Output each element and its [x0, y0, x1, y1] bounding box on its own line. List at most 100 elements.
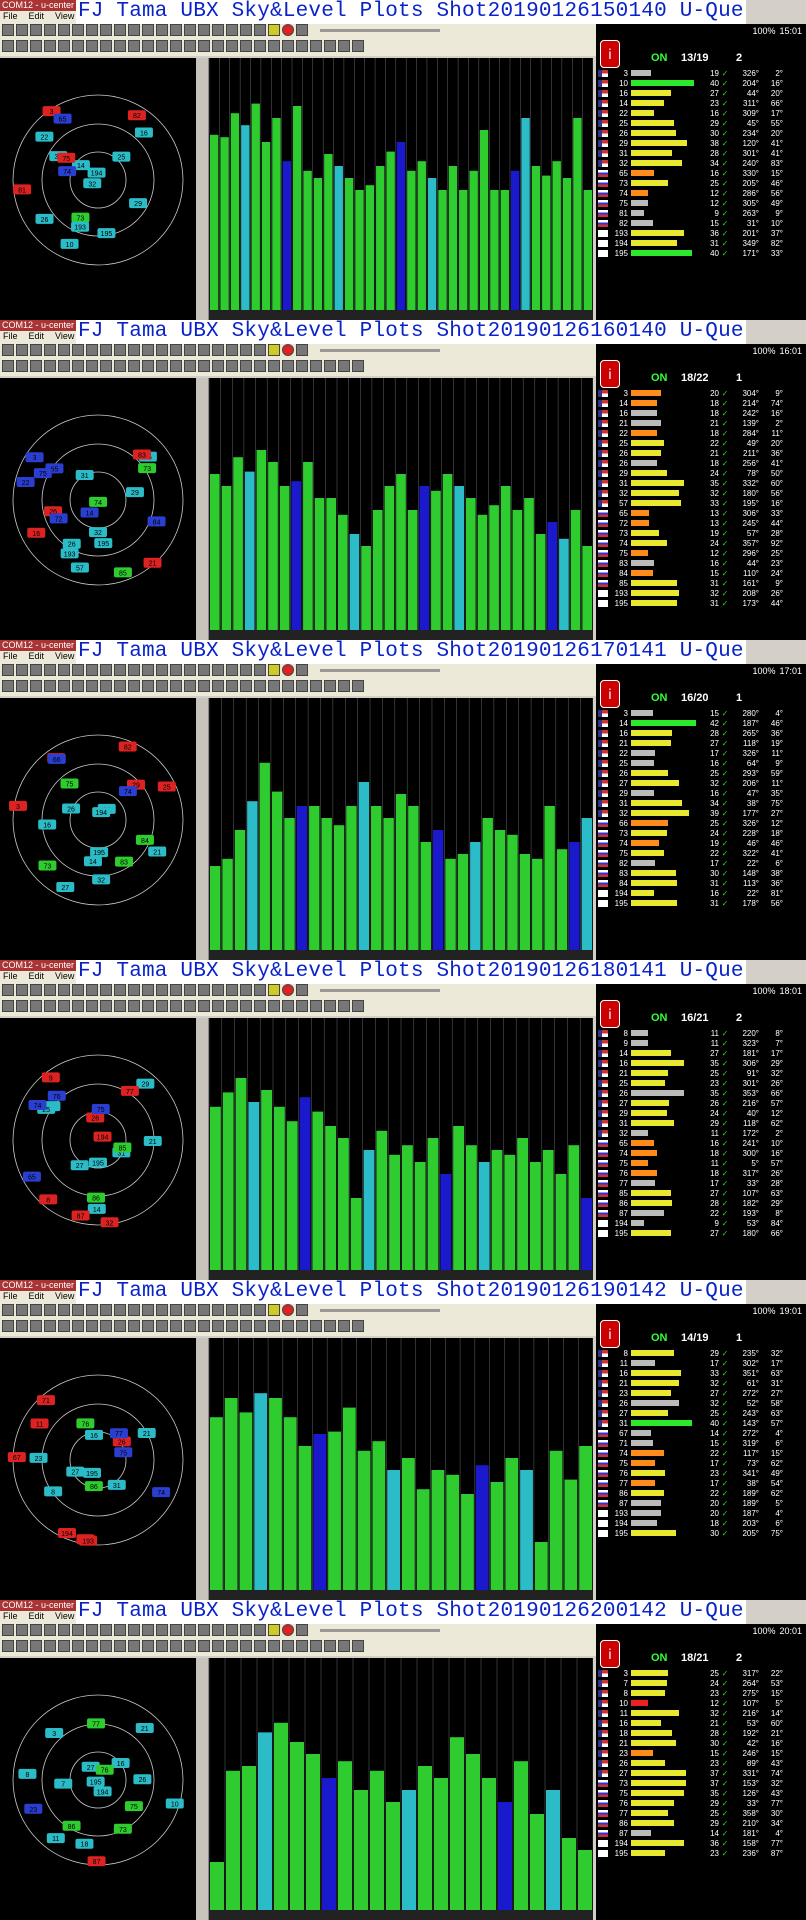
toolbar-button-icon[interactable]	[30, 680, 42, 692]
toolbar-button-icon[interactable]	[282, 1304, 294, 1316]
toolbar-button-icon[interactable]	[86, 24, 98, 36]
satellite-row[interactable]: 77 17 ✓ 33° 28°	[596, 1178, 806, 1188]
toolbar-button-icon[interactable]	[156, 984, 168, 996]
toolbar-button-icon[interactable]	[198, 1640, 210, 1652]
satellite-row[interactable]: 75 35 ✓ 126° 43°	[596, 1788, 806, 1798]
splitter[interactable]	[196, 1338, 208, 1600]
menu-item[interactable]: View	[55, 651, 74, 661]
satellite-row[interactable]: 3 15 ✓ 280° 4°	[596, 708, 806, 718]
toolbar-button-icon[interactable]	[198, 1000, 210, 1012]
toolbar-button-icon[interactable]	[184, 1640, 196, 1652]
toolbar-button-icon[interactable]	[324, 680, 336, 692]
toolbar-button-icon[interactable]	[310, 360, 322, 372]
toolbar-button-icon[interactable]	[86, 1000, 98, 1012]
satellite-row[interactable]: 31 35 ✓ 332° 60°	[596, 478, 806, 488]
satellite-row[interactable]: 11 32 ✓ 216° 14°	[596, 1708, 806, 1718]
satellite-row[interactable]: 75 11 ✓ 5° 57°	[596, 1158, 806, 1168]
toolbar-button-icon[interactable]	[16, 1304, 28, 1316]
toolbar-button-icon[interactable]	[184, 664, 196, 676]
toolbar-button-icon[interactable]	[156, 680, 168, 692]
toolbar-button-icon[interactable]	[324, 1320, 336, 1332]
toolbar-button-icon[interactable]	[58, 1624, 70, 1636]
toolbar-button-icon[interactable]	[226, 664, 238, 676]
toolbar-button-icon[interactable]	[282, 1624, 294, 1636]
toolbar-button-icon[interactable]	[114, 24, 126, 36]
toolbar-button-icon[interactable]	[170, 680, 182, 692]
toolbar-button-icon[interactable]	[310, 1000, 322, 1012]
toolbar-button-icon[interactable]	[156, 1640, 168, 1652]
toolbar-button-icon[interactable]	[86, 984, 98, 996]
satellite-row[interactable]: 23 27 ✓ 272° 27°	[596, 1388, 806, 1398]
toolbar-button-icon[interactable]	[338, 360, 350, 372]
satellite-row[interactable]: 83 30 ✓ 148° 38°	[596, 868, 806, 878]
satellite-row[interactable]: 86 28 ✓ 182° 29°	[596, 1198, 806, 1208]
satellite-row[interactable]: 32 32 ✓ 180° 56°	[596, 488, 806, 498]
toolbar-button-icon[interactable]	[142, 680, 154, 692]
toolbar-button-icon[interactable]	[282, 360, 294, 372]
toolbar-button-icon[interactable]	[128, 1000, 140, 1012]
toolbar-button-icon[interactable]	[58, 24, 70, 36]
satellite-row[interactable]: 77 25 ✓ 358° 30°	[596, 1808, 806, 1818]
toolbar-button-icon[interactable]	[72, 1640, 84, 1652]
toolbar-button-icon[interactable]	[2, 40, 14, 52]
satellite-row[interactable]: 194 18 ✓ 203° 6°	[596, 1518, 806, 1528]
toolbar-button-icon[interactable]	[296, 1304, 308, 1316]
toolbar-button-icon[interactable]	[100, 1624, 112, 1636]
satellite-row[interactable]: 21 30 ✓ 42° 16°	[596, 1738, 806, 1748]
toolbar-button-icon[interactable]	[170, 360, 182, 372]
toolbar-button-icon[interactable]	[86, 1624, 98, 1636]
toolbar-button-icon[interactable]	[128, 344, 140, 356]
toolbar-button-icon[interactable]	[212, 664, 224, 676]
menu-item[interactable]: File	[3, 651, 18, 661]
toolbar-button-icon[interactable]	[128, 1624, 140, 1636]
satellite-row[interactable]: 57 33 ✓ 195° 16°	[596, 498, 806, 508]
toolbar-button-icon[interactable]	[254, 1304, 266, 1316]
toolbar-button-icon[interactable]	[100, 360, 112, 372]
toolbar-button-icon[interactable]	[254, 1000, 266, 1012]
toolbar-button-icon[interactable]	[268, 1624, 280, 1636]
toolbar-button-icon[interactable]	[44, 1640, 56, 1652]
satellite-row[interactable]: 65 16 ✓ 241° 10°	[596, 1138, 806, 1148]
toolbar-button-icon[interactable]	[58, 1640, 70, 1652]
toolbar-button-icon[interactable]	[30, 1304, 42, 1316]
menu-item[interactable]: Edit	[29, 651, 45, 661]
toolbar-button-icon[interactable]	[114, 1320, 126, 1332]
toolbar-button-icon[interactable]	[212, 1640, 224, 1652]
satellite-row[interactable]: 26 30 ✓ 234° 20°	[596, 128, 806, 138]
toolbar-button-icon[interactable]	[212, 344, 224, 356]
toolbar-button-icon[interactable]	[16, 1624, 28, 1636]
toolbar-button-icon[interactable]	[170, 24, 182, 36]
satellite-row[interactable]: 25 23 ✓ 301° 26°	[596, 1078, 806, 1088]
satellite-row[interactable]: 85 27 ✓ 107° 63°	[596, 1188, 806, 1198]
toolbar-button-icon[interactable]	[184, 680, 196, 692]
toolbar-button-icon[interactable]	[296, 360, 308, 372]
toolbar-button-icon[interactable]	[184, 984, 196, 996]
menu-item[interactable]: File	[3, 1291, 18, 1301]
satellite-row[interactable]: 195 40 ✓ 171° 33°	[596, 248, 806, 258]
toolbar-button-icon[interactable]	[100, 1304, 112, 1316]
toolbar-button-icon[interactable]	[86, 360, 98, 372]
satellite-row[interactable]: 25 22 ✓ 49° 20°	[596, 438, 806, 448]
splitter[interactable]	[196, 1018, 208, 1280]
satellite-row[interactable]: 195 31 ✓ 178° 56°	[596, 898, 806, 908]
toolbar-button-icon[interactable]	[16, 360, 28, 372]
satellite-row[interactable]: 9 11 ✓ 323° 7°	[596, 1038, 806, 1048]
toolbar-button-icon[interactable]	[212, 1304, 224, 1316]
menu-item[interactable]: Edit	[29, 11, 45, 21]
toolbar-button-icon[interactable]	[114, 1000, 126, 1012]
satellite-row[interactable]: 21 21 ✓ 139° 2°	[596, 418, 806, 428]
menu-item[interactable]: Edit	[29, 1291, 45, 1301]
satellite-row[interactable]: 82 17 ✓ 22° 6°	[596, 858, 806, 868]
toolbar-button-icon[interactable]	[2, 1320, 14, 1332]
toolbar-button-icon[interactable]	[72, 984, 84, 996]
satellite-row[interactable]: 3 25 ✓ 317° 22°	[596, 1668, 806, 1678]
toolbar-button-icon[interactable]	[226, 1000, 238, 1012]
toolbar-button-icon[interactable]	[72, 1000, 84, 1012]
toolbar-button-icon[interactable]	[16, 984, 28, 996]
splitter[interactable]	[196, 58, 208, 320]
toolbar-button-icon[interactable]	[156, 24, 168, 36]
toolbar-button-icon[interactable]	[268, 40, 280, 52]
toolbar-button-icon[interactable]	[156, 664, 168, 676]
toolbar-button-icon[interactable]	[16, 680, 28, 692]
toolbar-button-icon[interactable]	[44, 344, 56, 356]
